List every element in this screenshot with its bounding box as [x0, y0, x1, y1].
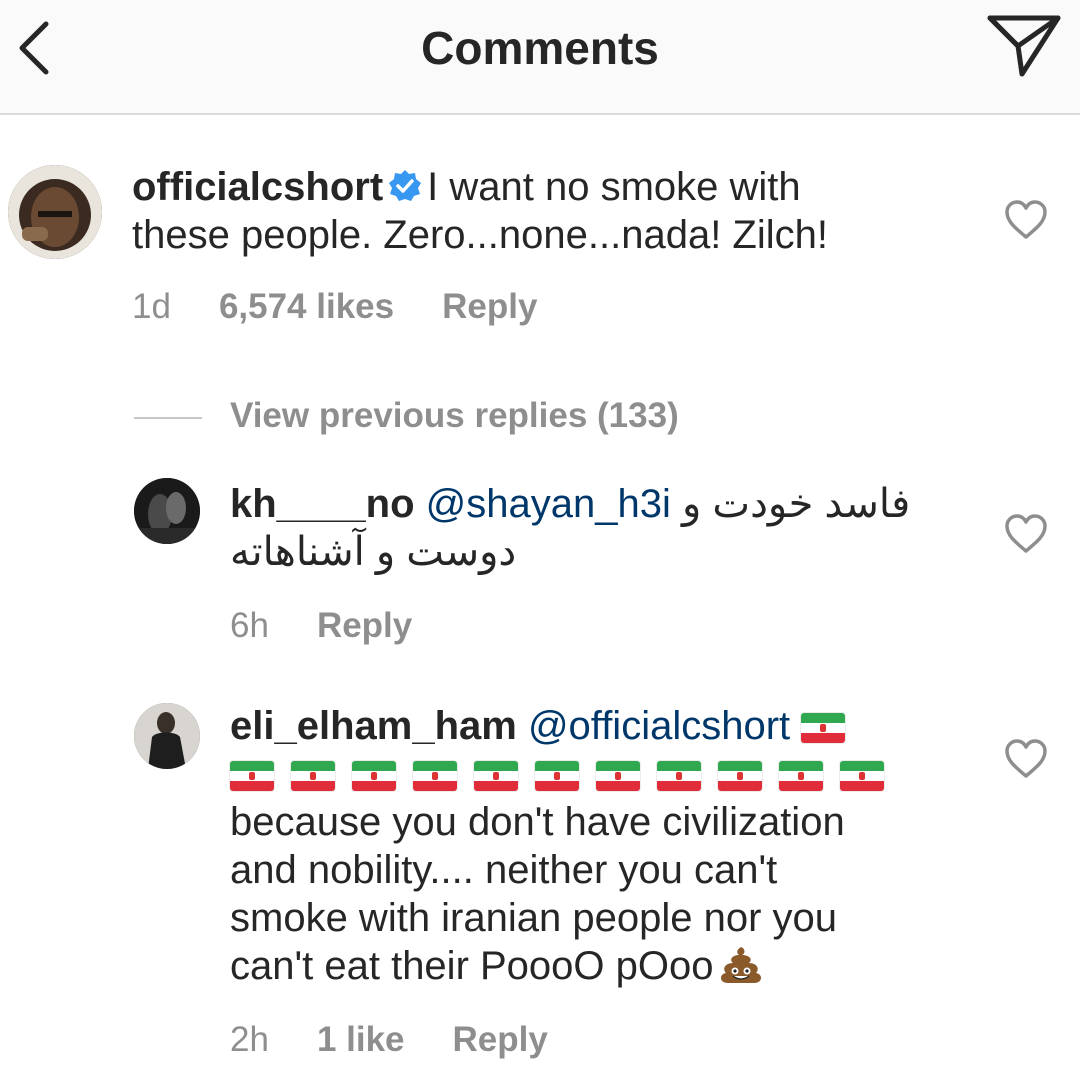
- comment-time: 1d: [132, 287, 171, 326]
- iran-flag-icon: [801, 713, 846, 744]
- iran-flag-icon: [779, 761, 823, 792]
- reply-button[interactable]: Reply: [453, 1020, 548, 1059]
- reply-username[interactable]: eli_elham_ham: [230, 704, 517, 748]
- reply-button[interactable]: Reply: [317, 606, 412, 645]
- comment-body-line2: these people. Zero...none...nada! Zilch!: [132, 213, 828, 257]
- iran-flag-icon: [596, 761, 640, 792]
- view-previous-label: View previous replies (133): [230, 396, 679, 435]
- heart-icon: [1005, 200, 1047, 239]
- iran-flag-icon: [535, 761, 579, 792]
- iran-flag-icon: [718, 761, 762, 792]
- flag-row-1: [801, 704, 862, 748]
- likes-count[interactable]: 6,574 likes: [219, 287, 394, 326]
- heart-icon: [1005, 514, 1047, 553]
- reply-body-line1: because you don't have civilization: [230, 800, 845, 844]
- likes-count[interactable]: 1 like: [317, 1020, 405, 1059]
- iran-flag-icon: [413, 761, 457, 792]
- comment-body-line1: I want no smoke with: [427, 165, 801, 209]
- mention-link[interactable]: @shayan_h3i: [426, 482, 671, 526]
- header-bar: Comments: [0, 0, 1080, 115]
- avatar[interactable]: [134, 478, 200, 544]
- heart-icon: [1005, 739, 1047, 778]
- mention-link[interactable]: @officialcshort: [528, 704, 790, 748]
- iran-flag-icon: [657, 761, 701, 792]
- reply-meta: 6h Reply: [230, 606, 460, 646]
- iran-flag-icon: [230, 761, 274, 792]
- flag-row-2: [230, 752, 901, 796]
- iran-flag-icon: [474, 761, 518, 792]
- poop-emoji-icon: [720, 947, 761, 983]
- avatar-image: [8, 165, 102, 259]
- avatar-image: [134, 703, 200, 769]
- reply-time: 6h: [230, 606, 269, 645]
- avatar[interactable]: [8, 165, 102, 259]
- view-previous-replies[interactable]: View previous replies (133): [134, 396, 679, 436]
- like-button[interactable]: [1004, 200, 1048, 240]
- reply-meta: 2h 1 like Reply: [230, 1020, 596, 1060]
- comment-meta: 1d 6,574 likes Reply: [132, 287, 585, 327]
- paper-plane-icon: [987, 15, 1061, 77]
- comment-username[interactable]: officialcshort: [132, 165, 383, 209]
- reply-time: 2h: [230, 1020, 269, 1059]
- reply-body-line3: smoke with iranian people nor you: [230, 896, 838, 940]
- reply-text: kh____no @shayan_h3i فاسد خودت و دوست و …: [230, 480, 980, 576]
- avatar[interactable]: [134, 703, 200, 769]
- comment-text: officialcshort I want no smoke with thes…: [132, 163, 932, 259]
- reply-body-line2: and nobility.... neither you can't: [230, 848, 778, 892]
- iran-flag-icon: [352, 761, 396, 792]
- like-button[interactable]: [1004, 739, 1048, 779]
- verified-badge-icon: [389, 170, 422, 201]
- reply-username[interactable]: kh____no: [230, 482, 415, 526]
- reply-body-line2: دوست و آشناهاته: [230, 530, 517, 574]
- reply-body-line1: فاسد خودت و: [682, 482, 911, 526]
- avatar-image: [134, 478, 200, 544]
- share-button[interactable]: [984, 12, 1064, 82]
- reply-text: eli_elham_ham @officialcshort because yo…: [230, 702, 980, 990]
- reply-body-line4: can't eat their PoooO pOoo: [230, 944, 714, 988]
- like-button[interactable]: [1004, 514, 1048, 554]
- reply-button[interactable]: Reply: [442, 287, 537, 326]
- iran-flag-icon: [840, 761, 884, 792]
- iran-flag-icon: [291, 761, 335, 792]
- divider-line: [134, 416, 202, 419]
- page-title: Comments: [421, 22, 659, 74]
